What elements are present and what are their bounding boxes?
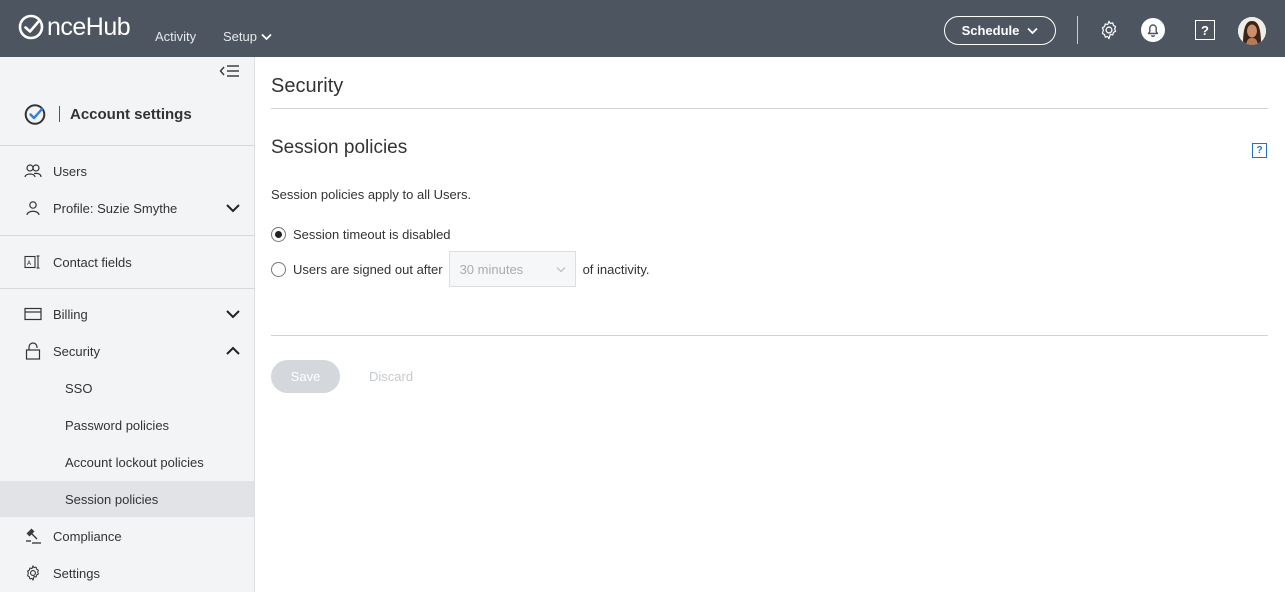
- chevron-down-icon: [556, 267, 566, 273]
- credit-card-icon: [24, 305, 42, 323]
- collapse-sidebar-icon[interactable]: [219, 63, 241, 79]
- schedule-button-label: Schedule: [961, 23, 1020, 38]
- account-settings-title: Account settings: [70, 105, 192, 123]
- chevron-down-icon: [1027, 27, 1039, 34]
- nav-activity[interactable]: Activity: [155, 29, 196, 44]
- sidebar-item-label: Compliance: [53, 528, 122, 544]
- radio-signout-after[interactable]: [271, 261, 286, 277]
- help-icon-glyph: ?: [1256, 145, 1263, 156]
- avatar[interactable]: [1238, 17, 1266, 45]
- save-button[interactable]: Save: [271, 360, 340, 393]
- sidebar-item-account-lockout-policies[interactable]: Account lockout policies: [0, 444, 254, 480]
- user-icon: [24, 199, 42, 217]
- chevron-down-icon: [261, 33, 272, 40]
- sidebar-divider: [0, 235, 254, 236]
- sidebar-item-label: Profile: Suzie Smythe: [53, 200, 178, 216]
- top-navigation-bar: nceHub Activity Setup Schedule ?: [0, 0, 1285, 57]
- chevron-down-icon[interactable]: [225, 308, 241, 320]
- user-photo-icon: [1238, 17, 1266, 45]
- nav-activity-label: Activity: [155, 29, 197, 44]
- sidebar-item-label: Security: [53, 343, 100, 359]
- help-icon-glyph: ?: [1201, 22, 1209, 38]
- section-title: Session policies: [271, 137, 408, 158]
- sidebar-item-users[interactable]: Users: [0, 153, 254, 189]
- lock-icon: [24, 342, 42, 360]
- help-icon[interactable]: ?: [1195, 20, 1215, 40]
- chevron-down-icon[interactable]: [225, 202, 241, 214]
- discard-button[interactable]: Discard: [369, 369, 413, 384]
- sidebar-item-contact-fields[interactable]: A Contact fields: [0, 244, 254, 280]
- schedule-button[interactable]: Schedule: [944, 16, 1056, 45]
- gavel-icon: [24, 527, 42, 545]
- sidebar-item-sso[interactable]: SSO: [0, 370, 254, 406]
- option-timeout-disabled[interactable]: Session timeout is disabled: [271, 227, 451, 242]
- sidebar-item-password-policies[interactable]: Password policies: [0, 407, 254, 443]
- section-description: Session policies apply to all Users.: [271, 187, 472, 202]
- sidebar-item-label: Contact fields: [53, 254, 132, 270]
- sidebar-item-billing[interactable]: Billing: [0, 296, 254, 332]
- nav-setup[interactable]: Setup: [223, 29, 272, 44]
- oncehub-check-icon: [24, 104, 46, 125]
- oncehub-logo[interactable]: nceHub: [18, 12, 131, 42]
- brand-name: nceHub: [47, 12, 131, 41]
- toolbar-divider: [1077, 16, 1078, 44]
- sidebar: Account settings Users Profile: Suzie Sm…: [0, 57, 255, 592]
- sidebar-item-security[interactable]: Security: [0, 333, 254, 369]
- sidebar-item-label: Account lockout policies: [65, 454, 204, 470]
- sidebar-item-label: Billing: [53, 306, 88, 322]
- help-icon[interactable]: ?: [1252, 143, 1267, 158]
- sidebar-divider: [0, 145, 254, 146]
- svg-text:A: A: [27, 260, 32, 267]
- sidebar-item-label: SSO: [65, 380, 93, 396]
- contact-fields-icon: A: [24, 253, 42, 271]
- sidebar-divider: [0, 288, 254, 289]
- sidebar-item-settings[interactable]: Settings: [0, 555, 254, 591]
- sidebar-item-label: Password policies: [65, 417, 170, 433]
- gear-icon[interactable]: [1096, 17, 1122, 43]
- gear-icon: [24, 564, 42, 582]
- option-signout-after[interactable]: Users are signed out after 30 minutes of…: [271, 251, 650, 287]
- timeout-duration-select[interactable]: 30 minutes: [448, 251, 576, 287]
- nav-setup-label: Setup: [223, 29, 257, 44]
- sidebar-item-label: Session policies: [65, 491, 159, 507]
- chevron-up-icon[interactable]: [225, 345, 241, 357]
- radio-timeout-disabled[interactable]: [271, 227, 286, 242]
- timeout-duration-value: 30 minutes: [459, 261, 524, 277]
- account-settings-header: Account settings: [24, 102, 192, 126]
- bell-icon[interactable]: [1140, 17, 1166, 43]
- sidebar-item-label: Users: [53, 163, 87, 179]
- form-divider: [271, 335, 1268, 336]
- sidebar-item-compliance[interactable]: Compliance: [0, 518, 254, 554]
- oncehub-logo-mark-icon: [18, 14, 44, 40]
- page-title: Security: [271, 75, 344, 97]
- option-label-suffix: of inactivity.: [582, 261, 650, 277]
- sidebar-item-session-policies[interactable]: Session policies: [0, 481, 254, 517]
- sidebar-item-profile[interactable]: Profile: Suzie Smythe: [0, 190, 254, 226]
- option-label: Session timeout is disabled: [293, 227, 451, 242]
- sidebar-item-label: Settings: [53, 565, 100, 581]
- option-label: Users are signed out after: [293, 261, 443, 277]
- users-icon: [24, 162, 42, 180]
- header-divider: [59, 106, 60, 122]
- title-divider: [271, 108, 1268, 109]
